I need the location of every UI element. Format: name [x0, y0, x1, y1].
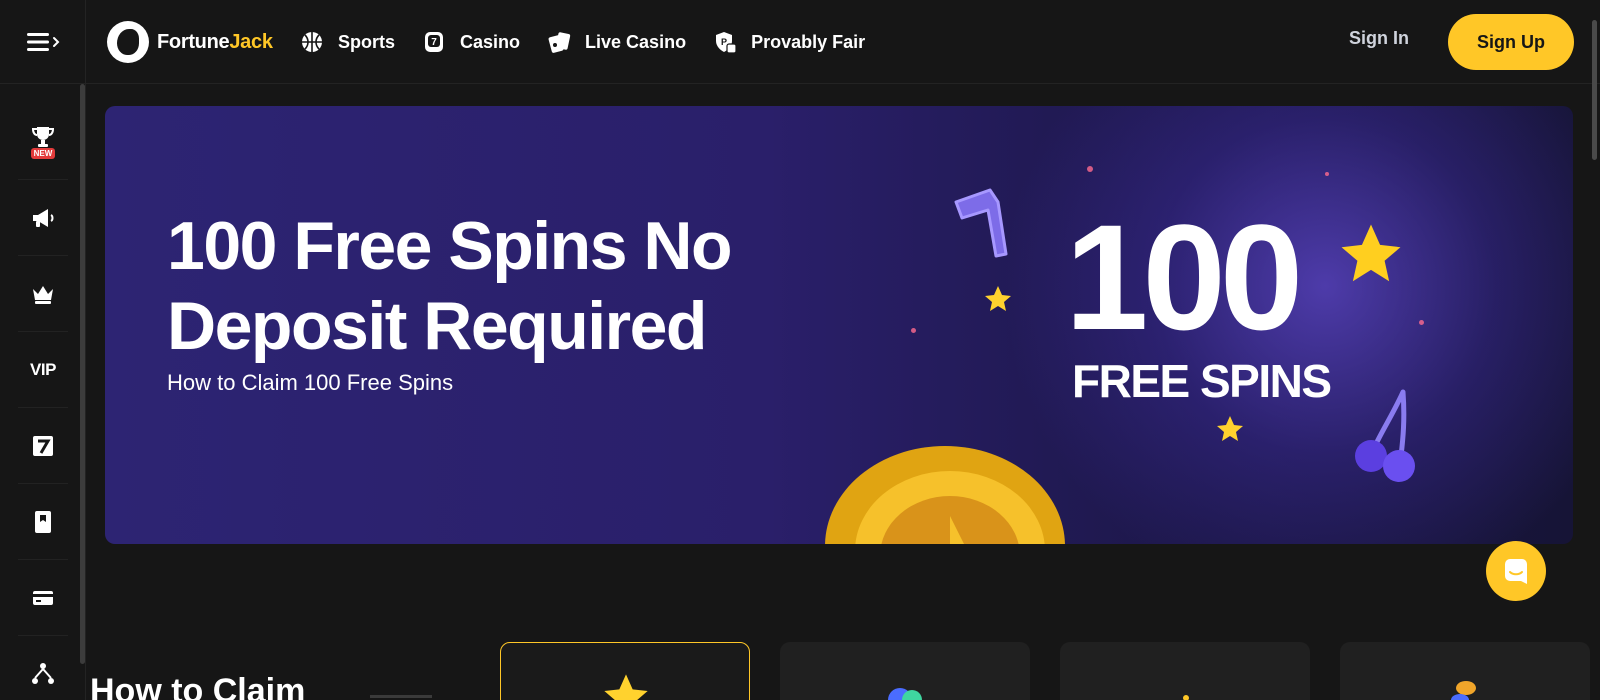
basketball-icon [302, 32, 322, 52]
nav-provably-fair-label: Provably Fair [751, 31, 866, 52]
top-bar: FortuneJack Sports 7 Casino Live Casino … [0, 0, 1600, 84]
sparkle-dot [1325, 172, 1329, 176]
hero-title: 100 Free Spins No Deposit Required [167, 208, 733, 364]
chat-icon [1505, 559, 1527, 584]
nav-provably-fair[interactable]: P Provably Fair [713, 30, 865, 54]
megaphone-icon [33, 208, 54, 227]
step-card[interactable] [1060, 642, 1310, 700]
logo[interactable]: FortuneJack [107, 21, 273, 63]
sidebar-item-tournaments[interactable]: NEW [18, 104, 68, 180]
star-icon [985, 286, 1011, 311]
page-scrollbar[interactable] [1592, 20, 1597, 160]
hero-banner[interactable]: 100 Free Spins No Deposit Required How t… [105, 106, 1573, 544]
coin-stack-icon [1451, 681, 1476, 700]
crown-icon [33, 285, 53, 304]
coins-icon [888, 688, 922, 700]
menu-toggle-button[interactable] [0, 0, 86, 84]
svg-text:P: P [721, 37, 727, 47]
logo-icon [107, 21, 149, 63]
hero-graphic-text: FREE SPINS [1072, 355, 1332, 407]
section-divider [370, 695, 432, 698]
coin-icon [825, 446, 1065, 544]
vip-icon: VIP [30, 359, 56, 379]
wallet-icon [33, 590, 53, 605]
sparkle-dot [1087, 166, 1093, 172]
sidebar-item-crown[interactable] [18, 256, 68, 332]
seven-icon [954, 188, 1008, 258]
section-title: How to Claim [90, 672, 306, 700]
svg-text:7: 7 [431, 37, 437, 48]
step-card[interactable] [500, 642, 750, 700]
sign-in-link[interactable]: Sign In [1349, 28, 1409, 49]
nav-sports-label: Sports [338, 31, 396, 52]
cherry-icon [1355, 389, 1415, 482]
sidebar-item-slots[interactable] [18, 408, 68, 484]
sparkle-dot [1419, 320, 1424, 325]
star-icon [1217, 416, 1243, 441]
nav-sports[interactable]: Sports [300, 30, 395, 54]
hero-graphic-number: 100 [1065, 193, 1303, 361]
star-icon [604, 674, 648, 700]
sparkle-icon [1183, 695, 1189, 700]
sidebar-item-promotions[interactable] [18, 180, 68, 256]
trophy-icon [31, 127, 55, 147]
nav-live-casino[interactable]: Live Casino [547, 30, 686, 54]
step-card[interactable] [1340, 642, 1590, 700]
main-nav: Sports 7 Casino Live Casino P Provably F… [300, 26, 892, 58]
step-card[interactable] [780, 642, 1030, 700]
cards-icon [548, 32, 571, 53]
nav-casino[interactable]: 7 Casino [422, 30, 520, 54]
sidebar: NEW VIP [0, 84, 86, 700]
shield-dice-icon: P [716, 32, 737, 54]
slot-seven-icon: 7 [425, 32, 444, 52]
new-badge: NEW [30, 148, 56, 159]
nav-live-casino-label: Live Casino [585, 31, 687, 52]
sidebar-item-vip[interactable]: VIP [18, 332, 68, 408]
sparkle-dot [911, 328, 916, 333]
network-icon [32, 663, 54, 684]
hero-subtitle: How to Claim 100 Free Spins [167, 370, 454, 395]
sidebar-scrollbar[interactable] [80, 84, 85, 664]
seven-tile-icon [33, 435, 53, 456]
nav-casino-label: Casino [460, 31, 521, 52]
sidebar-item-wallet[interactable] [18, 560, 68, 636]
card-icon [35, 510, 51, 533]
hamburger-icon [26, 33, 59, 51]
star-icon [1341, 224, 1401, 282]
logo-text: FortuneJack [157, 30, 273, 53]
sidebar-item-affiliates[interactable] [18, 636, 68, 700]
sign-up-button[interactable]: Sign Up [1448, 14, 1574, 70]
sidebar-item-cards[interactable] [18, 484, 68, 560]
chat-button[interactable] [1486, 541, 1546, 601]
